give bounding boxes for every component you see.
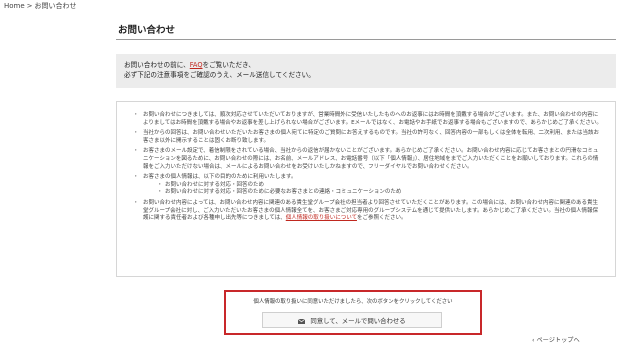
page-top-label: ページトップへ: [536, 337, 580, 344]
title-divider: [116, 39, 616, 40]
intro-line-1: お問い合わせの前に、FAQをご覧いただき、: [124, 60, 616, 70]
notice-item: お客さまのメール設定で、着信制限をされている場合、当社からの返信が届かないことが…: [133, 148, 603, 171]
agree-and-email-button-label: 同意して、メールで問い合わせる: [310, 316, 406, 325]
faq-link[interactable]: FAQ: [190, 61, 203, 69]
mail-icon: [298, 318, 306, 324]
notice-item: お問い合わせにつきましては、順次対応させていただいておりますが、営業時間外に受信…: [133, 112, 603, 127]
purpose-list: お問い合わせに対する対応・回答のため お問い合わせに対する対応・回答のために必要…: [143, 182, 603, 197]
consent-frame: 個人情報の取り扱いに同意いただけましたら、次のボタンをクリックしてください 同意…: [224, 290, 482, 335]
breadcrumb-home-link[interactable]: Home: [4, 2, 25, 10]
consent-text: 個人情報の取り扱いに同意いただけましたら、次のボタンをクリックしてください: [253, 299, 453, 305]
notice-item: お客さまの個人情報は、以下の目的のために利用いたします。 お問い合わせに対する対…: [133, 174, 603, 197]
page-title: お問い合わせ: [118, 25, 176, 36]
intro-line-2: 必ず下記の注意事項をご確認のうえ、メール送信してください。: [124, 71, 315, 79]
intro-box: お問い合わせの前に、FAQをご覧いただき、 必ず下記の注意事項をご確認のうえ、メ…: [116, 54, 616, 88]
intro-text-after: をご覧いただき、: [202, 61, 255, 69]
page-top-link[interactable]: ‹ ページトップへ: [532, 335, 580, 344]
breadcrumb-separator: >: [26, 2, 33, 10]
intro-text-before: お問い合わせの前に、: [124, 61, 190, 69]
notice-item-text: お客さまの個人情報は、以下の目的のために利用いたします。: [143, 174, 297, 181]
breadcrumb: Home > お問い合わせ: [4, 1, 77, 11]
privacy-policy-link[interactable]: 個人情報の取り扱いについて: [286, 215, 357, 221]
notice-item: お問い合わせ内容によっては、お問い合わせ内容に関連のある貴生堂グループ会社の担当…: [133, 200, 603, 223]
notice-box: お問い合わせにつきましては、順次対応させていただいておりますが、営業時間外に受信…: [116, 101, 616, 277]
notice-item: 当社からの回答は、お問い合わせいただいたお客さまの個人宛てに特定のご質問にお答え…: [133, 130, 603, 145]
notice-list: お問い合わせにつきましては、順次対応させていただいておりますが、営業時間外に受信…: [117, 102, 615, 223]
notice-item-text-after: をご参照ください。: [356, 215, 407, 222]
agree-and-email-button[interactable]: 同意して、メールで問い合わせる: [262, 312, 442, 328]
purpose-item: お問い合わせに対する対応・回答のために必要なお客さまとの連絡・コミュニケーション…: [157, 189, 603, 197]
breadcrumb-current: お問い合わせ: [34, 2, 77, 10]
